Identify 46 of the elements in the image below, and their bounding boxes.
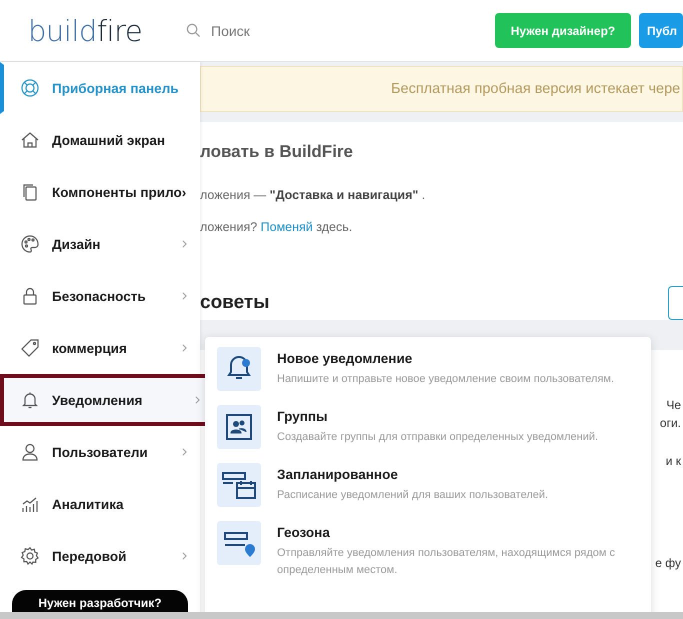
scrollbar[interactable] xyxy=(0,612,683,619)
menu-item-title: Новое уведомление xyxy=(277,351,414,366)
tag-icon xyxy=(20,338,40,358)
user-icon xyxy=(20,442,40,462)
menu-item-description: Создавайте группы для отправки определенных уведомлений. xyxy=(277,430,600,445)
tip-text: оги. xyxy=(660,416,681,430)
palette-icon xyxy=(20,234,40,254)
menu-item-title: Группы xyxy=(277,409,329,424)
logo: buildfire xyxy=(28,14,144,48)
tip-text: и к xyxy=(666,454,681,468)
sidebar-item[interactable]: Безопасность xyxy=(0,270,200,322)
menu-item-description: Расписание уведомлений для ваших пользователей. xyxy=(277,488,550,503)
menu-item-title: Запланированное xyxy=(277,467,399,482)
location-pin-icon xyxy=(217,521,261,565)
gear-icon xyxy=(20,546,40,566)
sidebar-item[interactable]: Пользователи xyxy=(0,426,200,478)
trial-banner: Бесплатная пробная версия истекает чере xyxy=(200,66,683,112)
template-text: ложения — "Доставка и навигация" . xyxy=(200,188,426,202)
menu-item[interactable]: Группы Создавайте группы для отправки определенных уведомлений. xyxy=(217,405,639,449)
sidebar-item[interactable]: Аналитика xyxy=(0,478,200,530)
sidebar-item[interactable]: Передовой xyxy=(0,530,200,582)
developer-button[interactable]: Нужен разработчик? xyxy=(12,590,188,612)
menu-item-description: Отправляйте уведомления пользователям, находящимся рядом с определенным местом. xyxy=(277,546,616,578)
sidebar-item[interactable]: Дизайн xyxy=(0,218,200,270)
home-icon xyxy=(20,130,40,150)
menu-item[interactable]: Запланированное Расписание уведомлений для ваших пользователей. xyxy=(217,463,639,507)
change-link[interactable]: Поменяй xyxy=(260,220,313,234)
welcome-title: ловать в BuildFire xyxy=(200,142,354,162)
menu-item-description: Напишите и отправьте новое уведомление своим пользователям. xyxy=(277,372,616,387)
sidebar-item[interactable]: коммерция xyxy=(0,322,200,374)
tips-title: советы xyxy=(200,292,270,314)
search-icon xyxy=(186,23,201,38)
bell-icon xyxy=(217,347,261,391)
tip-text: е фу xyxy=(655,556,681,570)
calendar-icon xyxy=(217,463,261,507)
lifebuoy-icon xyxy=(20,78,40,98)
change-text: ложения? Поменяй здесь. xyxy=(200,220,354,234)
menu-item[interactable]: Новое уведомление Напишите и отправьте новое уведомление своим пользователям. xyxy=(217,347,639,391)
menu-item[interactable]: Геозона Отправляйте уведомления пользователям, находящимся рядом с определенным местом. xyxy=(217,521,639,579)
outline-button[interactable] xyxy=(668,286,683,320)
bell-icon xyxy=(20,390,40,410)
sidebar-item[interactable]: Домашний экран xyxy=(0,114,200,166)
menu-item-title: Геозона xyxy=(277,525,331,540)
group-icon xyxy=(217,405,261,449)
sidebar-item[interactable]: Компоненты прило› xyxy=(0,166,200,218)
tip-text: Че xyxy=(666,398,681,412)
